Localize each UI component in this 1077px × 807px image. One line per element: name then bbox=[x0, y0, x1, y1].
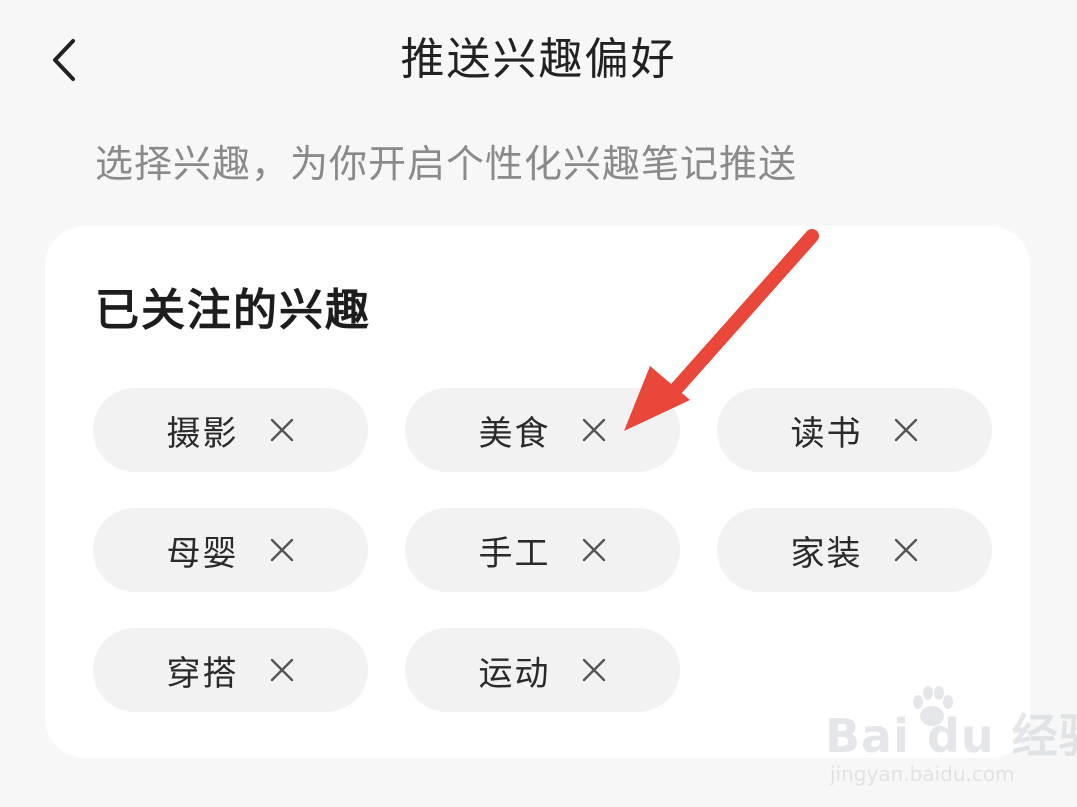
interest-chip[interactable]: 运动 bbox=[405, 628, 680, 712]
chip-label: 家装 bbox=[790, 533, 863, 574]
close-icon[interactable] bbox=[893, 417, 919, 443]
interest-chip[interactable]: 母婴 bbox=[93, 508, 368, 592]
close-icon[interactable] bbox=[581, 657, 607, 683]
interest-chip[interactable]: 读书 bbox=[717, 388, 992, 472]
section-title: 已关注的兴趣 bbox=[95, 285, 371, 336]
chip-label: 手工 bbox=[478, 533, 551, 574]
close-icon[interactable] bbox=[269, 417, 295, 443]
interest-chip[interactable]: 穿搭 bbox=[93, 628, 368, 712]
page-title: 推送兴趣偏好 bbox=[400, 34, 677, 85]
interest-chip[interactable]: 手工 bbox=[405, 508, 680, 592]
chip-label: 读书 bbox=[790, 413, 863, 454]
interest-chip[interactable]: 美食 bbox=[405, 388, 680, 472]
watermark-brand: Bai du 经验 bbox=[825, 709, 1077, 763]
chip-label: 穿搭 bbox=[166, 653, 239, 694]
chip-label: 运动 bbox=[478, 653, 551, 694]
close-icon[interactable] bbox=[269, 657, 295, 683]
chip-label: 美食 bbox=[478, 413, 551, 454]
interest-chip[interactable]: 摄影 bbox=[93, 388, 368, 472]
watermark-url: jingyan.baidu.com bbox=[830, 762, 1015, 786]
close-icon[interactable] bbox=[581, 417, 607, 443]
followed-interests-card: 已关注的兴趣 摄影 美食 读书 母婴 手工 家装 穿搭 运动 bbox=[45, 226, 1030, 758]
nav-bar: 推送兴趣偏好 bbox=[0, 0, 1077, 120]
chip-label: 摄影 bbox=[166, 413, 239, 454]
interest-chip[interactable]: 家装 bbox=[717, 508, 992, 592]
close-icon[interactable] bbox=[893, 537, 919, 563]
page-subtitle: 选择兴趣，为你开启个性化兴趣笔记推送 bbox=[95, 142, 798, 186]
chip-label: 母婴 bbox=[166, 533, 239, 574]
close-icon[interactable] bbox=[269, 537, 295, 563]
baidu-watermark: Bai du 经验 jingyan.baidu.com bbox=[825, 686, 1077, 790]
close-icon[interactable] bbox=[581, 537, 607, 563]
